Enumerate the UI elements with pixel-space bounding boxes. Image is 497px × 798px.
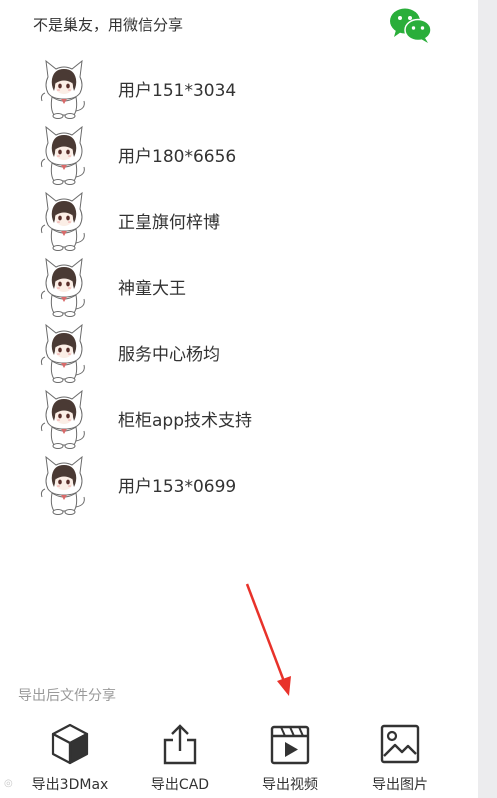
anime-avatar-image <box>40 125 85 185</box>
share-header: 不是巢友，用微信分享 <box>0 0 478 48</box>
share-upload-icon <box>163 724 197 765</box>
watermark: ◎ <box>4 778 13 789</box>
wechat-share-button[interactable] <box>388 6 434 44</box>
cube-icon <box>51 723 89 765</box>
user-list-item[interactable]: 正皇旗何梓博 <box>0 186 478 252</box>
user-list-item[interactable]: 柜柜app技术支持 <box>0 384 478 450</box>
video-play-icon <box>270 725 310 765</box>
user-name: 用户180*6656 <box>118 147 237 167</box>
export-image-label: 导出图片 <box>372 777 428 793</box>
anime-avatar-image <box>40 257 85 317</box>
export-video-label: 导出视频 <box>262 777 318 793</box>
export-video-button[interactable]: 导出视频 <box>240 718 340 798</box>
user-name: 服务中心杨均 <box>118 345 220 365</box>
share-hint-text: 不是巢友，用微信分享 <box>33 16 184 34</box>
export-image-button[interactable]: 导出图片 <box>350 718 450 798</box>
avatar <box>36 55 92 119</box>
user-list-item[interactable]: 用户151*3034 <box>0 54 478 120</box>
anime-avatar-image <box>40 59 85 119</box>
user-name: 用户151*3034 <box>118 81 237 101</box>
avatar <box>36 187 92 251</box>
user-name: 柜柜app技术支持 <box>118 411 252 431</box>
user-list: 用户151*3034 用户180*6656 正皇旗何梓博 神童大王 服务中心杨均… <box>0 54 478 516</box>
user-list-item[interactable]: 服务中心杨均 <box>0 318 478 384</box>
user-list-item[interactable]: 神童大王 <box>0 252 478 318</box>
export-3dmax-button[interactable]: 导出3DMax <box>20 718 120 798</box>
avatar <box>36 451 92 515</box>
export-cad-button[interactable]: 导出CAD <box>130 718 230 798</box>
wechat-icon <box>390 8 432 43</box>
user-name: 用户153*0699 <box>118 477 237 497</box>
anime-avatar-image <box>40 323 85 383</box>
user-name: 正皇旗何梓博 <box>118 213 220 233</box>
avatar <box>36 253 92 317</box>
user-name: 神童大王 <box>118 279 186 299</box>
anime-avatar-image <box>40 191 85 251</box>
avatar <box>36 319 92 383</box>
anime-avatar-image <box>40 389 85 449</box>
export-3dmax-label: 导出3DMax <box>31 777 109 793</box>
image-icon <box>380 724 420 764</box>
avatar <box>36 121 92 185</box>
export-cad-label: 导出CAD <box>150 777 210 793</box>
red-arrow-annotation <box>245 583 291 696</box>
export-section-label: 导出后文件分享 <box>18 688 116 704</box>
avatar <box>36 385 92 449</box>
user-list-item[interactable]: 用户153*0699 <box>0 450 478 516</box>
export-options-row: 导出3DMax 导出CAD 导出视频 导出图片 <box>0 718 478 798</box>
anime-avatar-image <box>40 455 85 515</box>
user-list-item[interactable]: 用户180*6656 <box>0 120 478 186</box>
share-panel: 不是巢友，用微信分享 用户151*3034 用户180*6656 正皇旗何梓博 … <box>0 0 478 798</box>
